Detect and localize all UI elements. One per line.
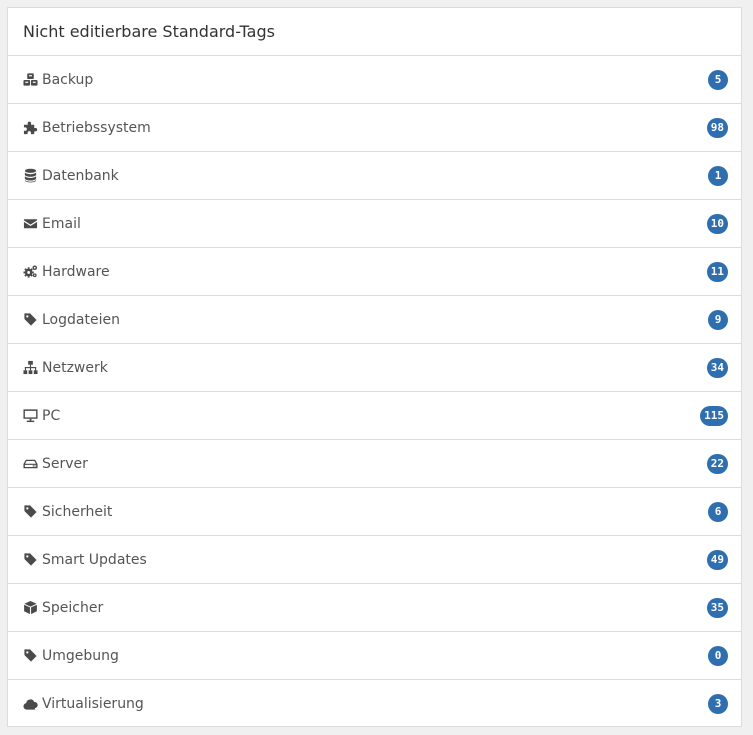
tag-row-hardware[interactable]: Hardware 11 xyxy=(8,248,741,296)
tag-row-umgebung[interactable]: Umgebung 0 xyxy=(8,632,741,680)
tag-row-virtualisierung[interactable]: Virtualisierung 3 xyxy=(8,680,741,728)
tag-label: Logdateien xyxy=(42,311,120,328)
tag-label: Betriebssystem xyxy=(42,119,151,136)
tag-row-pc[interactable]: PC 115 xyxy=(8,392,741,440)
count-badge: 98 xyxy=(706,117,728,138)
count-badge: 1 xyxy=(708,165,728,186)
tag-label: Netzwerk xyxy=(42,359,108,376)
tag-row-speicher[interactable]: Speicher 35 xyxy=(8,584,741,632)
tag-label: PC xyxy=(42,407,61,424)
tag-label: Email xyxy=(42,215,81,232)
tag-label: Hardware xyxy=(42,263,110,280)
count-badge: 10 xyxy=(706,213,728,234)
count-badge: 0 xyxy=(708,645,728,666)
desktop-icon xyxy=(23,408,38,423)
cubes-icon xyxy=(23,72,38,87)
tag-label: Virtualisierung xyxy=(42,696,144,712)
tag-label: Speicher xyxy=(42,599,104,616)
tag-row-netzwerk[interactable]: Netzwerk 34 xyxy=(8,344,741,392)
count-badge: 35 xyxy=(706,597,728,618)
tag-label: Umgebung xyxy=(42,647,119,664)
panel-header: Nicht editierbare Standard-Tags xyxy=(8,8,741,56)
sitemap-icon xyxy=(23,360,38,375)
tag-row-betriebssystem[interactable]: Betriebssystem 98 xyxy=(8,104,741,152)
envelope-icon xyxy=(23,216,38,231)
count-badge: 34 xyxy=(706,357,728,378)
tag-label: Backup xyxy=(42,71,94,88)
hdd-icon xyxy=(23,456,38,471)
cloud-icon xyxy=(23,697,38,712)
standard-tags-panel: Nicht editierbare Standard-Tags Backup 5… xyxy=(7,7,742,727)
cube-icon xyxy=(23,600,38,615)
tag-icon xyxy=(23,312,38,327)
tag-row-datenbank[interactable]: Datenbank 1 xyxy=(8,152,741,200)
count-badge: 9 xyxy=(708,309,728,330)
tag-row-logdateien[interactable]: Logdateien 9 xyxy=(8,296,741,344)
count-badge: 3 xyxy=(708,694,728,714)
puzzle-icon xyxy=(23,120,38,135)
tag-icon xyxy=(23,552,38,567)
count-badge: 11 xyxy=(706,261,728,282)
tag-row-backup[interactable]: Backup 5 xyxy=(8,56,741,104)
tag-label: Server xyxy=(42,455,88,472)
database-icon xyxy=(23,168,38,183)
gears-icon xyxy=(23,264,38,279)
count-badge: 115 xyxy=(700,405,728,426)
tag-label: Smart Updates xyxy=(42,551,147,568)
tag-row-sicherheit[interactable]: Sicherheit 6 xyxy=(8,488,741,536)
tag-row-email[interactable]: Email 10 xyxy=(8,200,741,248)
tag-label: Sicherheit xyxy=(42,503,113,520)
tag-label: Datenbank xyxy=(42,167,119,184)
tag-list: Backup 5 Betriebssystem 98 Datenbank 1 E… xyxy=(8,56,741,728)
tag-row-smart-updates[interactable]: Smart Updates 49 xyxy=(8,536,741,584)
panel-title: Nicht editierbare Standard-Tags xyxy=(23,22,275,41)
count-badge: 22 xyxy=(706,453,728,474)
tag-icon xyxy=(23,648,38,663)
count-badge: 6 xyxy=(708,501,728,522)
tag-row-server[interactable]: Server 22 xyxy=(8,440,741,488)
count-badge: 49 xyxy=(706,549,728,570)
tag-icon xyxy=(23,504,38,519)
count-badge: 5 xyxy=(708,69,728,90)
